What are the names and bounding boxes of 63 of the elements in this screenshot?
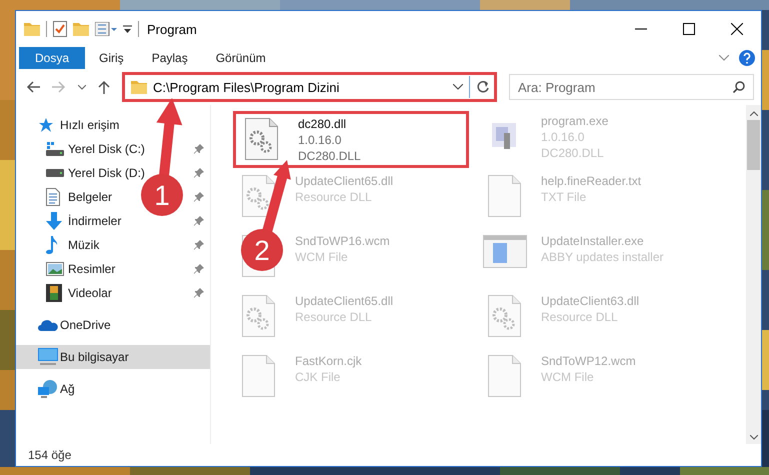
film-icon — [46, 284, 62, 302]
gear-file-icon — [488, 295, 522, 337]
window-icon — [483, 235, 527, 269]
ribbon-tab[interactable]: Paylaş — [138, 47, 202, 69]
number-badge: 2 — [241, 229, 283, 271]
customize-dropdown-icon[interactable] — [123, 24, 132, 34]
scroll-up-icon[interactable] — [750, 111, 758, 116]
address-field[interactable]: C:\Program Files\Program Dizini — [122, 72, 497, 102]
refresh-icon[interactable] — [476, 80, 490, 94]
scroll-down-icon[interactable] — [750, 435, 758, 440]
search-field[interactable]: Ara: Program — [509, 74, 754, 100]
window-title: Program — [147, 22, 197, 36]
chevron-down-icon[interactable] — [453, 84, 463, 90]
close-icon[interactable] — [731, 23, 743, 35]
gear-file-icon — [245, 118, 279, 160]
nav-item[interactable]: Bu bilgisayar — [16, 345, 210, 369]
folder-icon — [131, 80, 147, 94]
file-item[interactable]: dc280.dll 1.0.16.0 DC280.DLL — [298, 116, 361, 164]
pin-icon[interactable] — [194, 168, 204, 178]
nav-item[interactable]: Hızlı erişim — [38, 113, 120, 137]
up-arrow-icon[interactable] — [98, 80, 110, 94]
quick-folder-icon — [24, 22, 40, 36]
nav-item[interactable]: Yerel Disk (C:) — [46, 137, 145, 161]
download-icon — [46, 212, 62, 230]
scrollbar[interactable] — [746, 105, 761, 444]
music-note-icon — [46, 236, 58, 254]
properties-check-icon[interactable] — [53, 21, 67, 37]
network-icon — [38, 380, 58, 398]
nav-item[interactable]: İndirmeler — [46, 209, 122, 233]
scroll-thumb[interactable] — [747, 120, 760, 170]
file-icon — [488, 175, 522, 217]
star-icon — [38, 117, 54, 133]
pin-icon[interactable] — [194, 240, 204, 250]
item-count: 154 öğe — [28, 448, 72, 462]
maximize-icon[interactable] — [683, 23, 695, 35]
search-icon[interactable] — [733, 81, 745, 93]
nav-item[interactable]: OneDrive — [38, 313, 111, 337]
nav-item[interactable]: Müzik — [46, 233, 100, 257]
image-icon — [46, 262, 64, 276]
nav-item[interactable]: Ağ — [38, 377, 75, 401]
file-icon — [488, 355, 522, 397]
ribbon-tab[interactable]: Giriş — [85, 47, 138, 69]
pin-icon[interactable] — [194, 216, 204, 226]
nav-item[interactable]: Belgeler — [46, 185, 112, 209]
recent-caret-icon[interactable] — [78, 84, 86, 90]
document-icon — [46, 188, 60, 206]
gear-file-icon — [242, 295, 276, 337]
drive-icon — [46, 142, 64, 156]
view-dropdown-icon[interactable] — [95, 22, 117, 36]
pin-icon[interactable] — [194, 288, 204, 298]
file-icon — [242, 355, 276, 397]
back-arrow-icon[interactable] — [26, 81, 40, 93]
ribbon-tab[interactable]: Görünüm — [202, 47, 280, 69]
pin-icon[interactable] — [194, 264, 204, 274]
ribbon-tab[interactable]: Dosya — [19, 47, 86, 69]
pin-icon[interactable] — [194, 192, 204, 202]
computer-icon — [38, 348, 58, 366]
cloud-icon — [38, 319, 58, 331]
nav-item[interactable]: Videolar — [46, 281, 112, 305]
help-icon[interactable] — [739, 50, 755, 66]
nav-item[interactable]: Resimler — [46, 257, 116, 281]
pin-icon[interactable] — [194, 144, 204, 154]
drive-icon — [46, 169, 64, 177]
